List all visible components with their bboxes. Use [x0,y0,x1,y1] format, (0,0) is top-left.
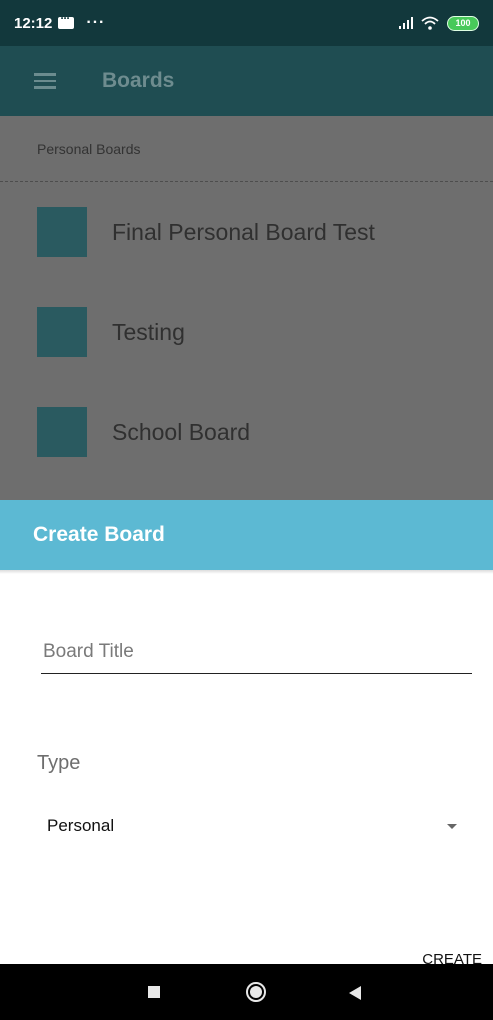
app-title: Boards [102,69,175,92]
menu-icon[interactable] [34,73,56,89]
chevron-down-icon [447,824,457,829]
board-swatch [37,207,87,257]
board-item[interactable]: Testing [0,282,493,382]
message-icon [58,11,75,29]
section-header: Personal Boards [0,116,493,182]
screen: 12:12 ··· 100 Boards Personal Boards Fi [0,0,493,1020]
status-overflow: ··· [86,14,106,31]
type-label: Type [37,752,81,774]
board-swatch [37,307,87,357]
dialog-title: Create Board [0,500,493,574]
status-bar: 12:12 ··· 100 [0,0,493,46]
recent-apps-icon[interactable] [148,986,160,998]
board-label: Testing [112,318,185,345]
board-label: School Board [112,418,251,445]
type-select-value: Personal [47,816,115,835]
app-bar: Boards [0,46,493,116]
status-right: 100 [399,15,479,31]
create-board-dialog: Create Board Type Personal [0,500,493,964]
board-title-input[interactable] [41,610,472,674]
signal-icon [399,17,413,29]
board-item[interactable]: School Board [0,382,493,482]
board-swatch [37,407,87,457]
type-select[interactable]: Personal [37,806,471,846]
status-time: 12:12 [14,14,53,32]
battery-icon: 100 [447,15,479,31]
board-item[interactable]: Final Personal Board Test [0,182,493,282]
back-icon[interactable] [349,986,361,1000]
home-icon[interactable] [246,982,266,1002]
wifi-icon [421,16,439,30]
navigation-bar [0,964,493,1020]
status-left: 12:12 ··· [14,11,106,32]
board-label: Final Personal Board Test [112,218,375,245]
board-list: Personal Boards Final Personal Board Tes… [0,116,493,500]
